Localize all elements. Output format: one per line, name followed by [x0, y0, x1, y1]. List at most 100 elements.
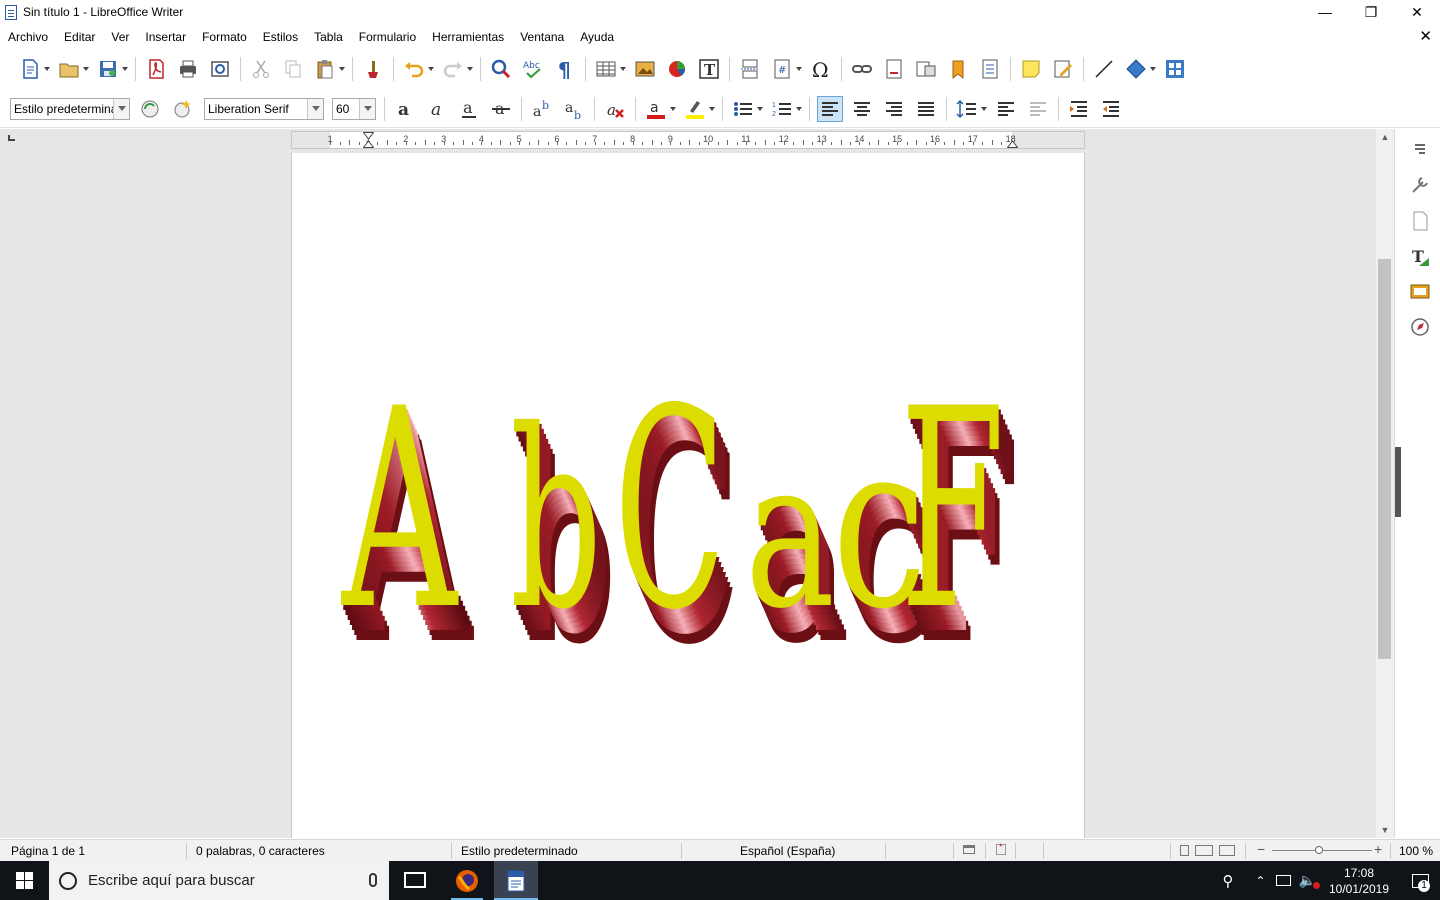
strikethrough-icon[interactable]: a	[488, 96, 514, 122]
minimize-button[interactable]: —	[1302, 0, 1348, 24]
increase-indent-icon[interactable]	[1066, 96, 1092, 122]
document-page[interactable]: AAAAAAAAbbbbbbbbCCCCCCCCaaaaaaaacccccccc…	[291, 153, 1085, 838]
special-character-icon[interactable]: Ω	[808, 56, 834, 82]
menu-ayuda[interactable]: Ayuda	[572, 30, 622, 44]
bullet-list-icon[interactable]	[730, 96, 756, 122]
clear-formatting-icon[interactable]: a	[602, 96, 628, 122]
undo-icon[interactable]	[401, 56, 427, 82]
zoom-out-icon[interactable]: −	[1257, 841, 1265, 857]
zoom-level[interactable]: 100 %	[1399, 844, 1433, 858]
line-icon[interactable]	[1091, 56, 1117, 82]
menu-insertar[interactable]: Insertar	[137, 30, 194, 44]
multi-page-view-icon[interactable]	[1195, 845, 1213, 856]
save-dropdown-icon[interactable]	[121, 56, 129, 82]
basic-shapes-icon[interactable]	[1123, 56, 1149, 82]
zoom-slider-handle[interactable]	[1315, 846, 1323, 854]
save-icon[interactable]	[95, 56, 121, 82]
italic-icon[interactable]: a	[424, 96, 450, 122]
font-color-icon[interactable]: a	[643, 96, 669, 122]
highlighting-icon[interactable]	[682, 96, 708, 122]
network-icon[interactable]	[1275, 875, 1291, 886]
gallery-icon[interactable]	[1408, 279, 1432, 303]
chevron-down-icon[interactable]	[113, 98, 129, 119]
hyperlink-icon[interactable]	[849, 56, 875, 82]
paste-icon[interactable]	[312, 56, 338, 82]
track-changes-icon[interactable]	[1050, 56, 1076, 82]
document-modified-icon[interactable]: *	[996, 842, 1006, 855]
bold-icon[interactable]: a	[392, 96, 418, 122]
show-hidden-icons-icon[interactable]: ⌃	[1256, 874, 1266, 888]
export-pdf-icon[interactable]	[143, 56, 169, 82]
open-dropdown-icon[interactable]	[82, 56, 90, 82]
restore-button[interactable]: ❐	[1348, 0, 1394, 24]
new-dropdown-icon[interactable]	[43, 56, 51, 82]
styles-icon[interactable]: T	[1408, 245, 1432, 269]
insert-image-icon[interactable]	[632, 56, 658, 82]
superscript-icon[interactable]: ab	[529, 96, 555, 122]
menu-ventana[interactable]: Ventana	[512, 30, 572, 44]
word-count[interactable]: 0 palabras, 0 caracteres	[196, 844, 325, 858]
insert-field-icon[interactable]: #	[769, 56, 795, 82]
clone-format-icon[interactable]	[360, 56, 386, 82]
clock[interactable]: 17:08 10/01/2019	[1326, 865, 1392, 897]
decrease-paragraph-spacing-icon[interactable]	[1025, 96, 1051, 122]
menu-formato[interactable]: Formato	[194, 30, 255, 44]
line-spacing-dropdown-icon[interactable]	[980, 96, 988, 122]
paragraph-style-combo[interactable]: Estilo predeterminado	[10, 97, 130, 120]
cross-reference-icon[interactable]	[977, 56, 1003, 82]
align-right-icon[interactable]	[881, 96, 907, 122]
firefox-taskbar-button[interactable]	[447, 861, 487, 900]
align-center-icon[interactable]	[849, 96, 875, 122]
underline-icon[interactable]: a	[456, 96, 482, 122]
chevron-down-icon[interactable]	[359, 98, 375, 119]
bookmark-icon[interactable]	[945, 56, 971, 82]
volume-muted-icon[interactable]: 🔈	[1299, 872, 1320, 889]
page-icon[interactable]	[1408, 209, 1432, 233]
redo-dropdown-icon[interactable]	[466, 56, 474, 82]
fontwork-object[interactable]: AAAAAAAA bbbbbbbb CCCCCCCC aaaaaaaa cccccccc…	[292, 153, 1086, 838]
cut-icon[interactable]	[248, 56, 274, 82]
single-page-view-icon[interactable]	[1180, 845, 1189, 856]
vertical-scrollbar[interactable]: ▲ ▼	[1376, 129, 1394, 838]
scrollbar-thumb[interactable]	[1378, 259, 1391, 659]
tab-stop-selector[interactable]	[8, 135, 15, 141]
horizontal-ruler[interactable]: 1123456789101112131415161718	[291, 131, 1085, 149]
justify-icon[interactable]	[913, 96, 939, 122]
print-icon[interactable]	[175, 56, 201, 82]
scroll-down-icon[interactable]: ▼	[1376, 822, 1394, 838]
close-document-button[interactable]: ✕	[1419, 27, 1432, 45]
insert-table-icon[interactable]	[593, 56, 619, 82]
navigator-icon[interactable]	[1408, 315, 1432, 339]
insert-textbox-icon[interactable]: T	[696, 56, 722, 82]
menu-archivo[interactable]: Archivo	[0, 30, 56, 44]
new-style-icon[interactable]	[169, 96, 195, 122]
paste-dropdown-icon[interactable]	[338, 56, 346, 82]
page-style[interactable]: Estilo predeterminado	[461, 844, 578, 858]
copy-icon[interactable]	[280, 56, 306, 82]
sidebar-menu-icon[interactable]	[1408, 137, 1432, 161]
language[interactable]: Español (España)	[740, 844, 835, 858]
menu-herramientas[interactable]: Herramientas	[424, 30, 512, 44]
comment-icon[interactable]	[1018, 56, 1044, 82]
bullet-dropdown-icon[interactable]	[756, 96, 764, 122]
menu-ver[interactable]: Ver	[103, 30, 137, 44]
redo-icon[interactable]	[440, 56, 466, 82]
page-count[interactable]: Página 1 de 1	[11, 844, 85, 858]
shapes-dropdown-icon[interactable]	[1149, 56, 1157, 82]
table-dropdown-icon[interactable]	[619, 56, 627, 82]
line-spacing-icon[interactable]	[954, 96, 980, 122]
draw-functions-icon[interactable]	[1162, 56, 1188, 82]
sidebar-collapse-handle[interactable]	[1395, 447, 1401, 517]
undo-dropdown-icon[interactable]	[427, 56, 435, 82]
new-document-icon[interactable]	[17, 56, 43, 82]
align-left-icon[interactable]	[817, 95, 843, 122]
chevron-down-icon[interactable]	[307, 98, 323, 119]
close-window-button[interactable]: ✕	[1394, 0, 1440, 24]
menu-formulario[interactable]: Formulario	[351, 30, 424, 44]
update-style-icon[interactable]	[137, 96, 163, 122]
find-replace-icon[interactable]	[488, 56, 514, 82]
taskbar-search-box[interactable]: Escribe aquí para buscar	[49, 861, 389, 900]
field-dropdown-icon[interactable]	[795, 56, 803, 82]
page-break-icon[interactable]	[737, 56, 763, 82]
book-view-icon[interactable]	[1219, 845, 1235, 856]
